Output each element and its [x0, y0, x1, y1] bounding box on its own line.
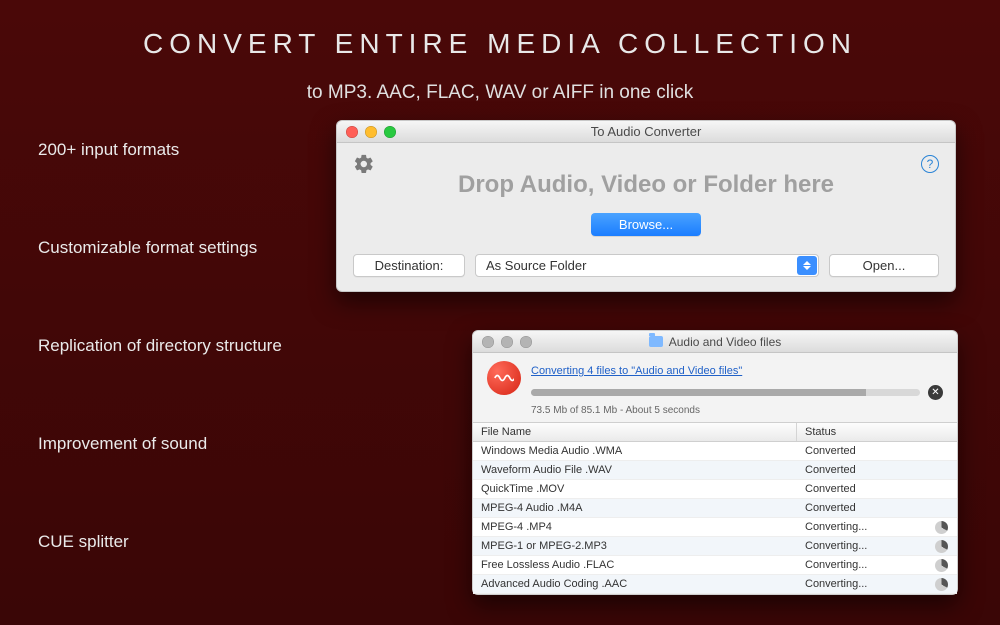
progress-subtext: 73.5 Mb of 85.1 Mb - About 5 seconds: [531, 405, 943, 416]
app-icon: [487, 361, 521, 395]
feature-item: Improvement of sound: [38, 434, 282, 454]
cell-status: Converted: [797, 480, 925, 498]
cell-filename: Advanced Audio Coding .AAC: [473, 575, 797, 593]
cancel-icon[interactable]: ✕: [928, 385, 943, 400]
table-row[interactable]: Waveform Audio File .WAVConverted: [473, 461, 957, 480]
spinner-icon: [935, 559, 948, 572]
destination-select[interactable]: As Source Folder: [475, 254, 819, 277]
cell-filename: Waveform Audio File .WAV: [473, 461, 797, 479]
cell-spinner: [925, 578, 957, 591]
window-title: Audio and Video files: [669, 335, 782, 349]
cell-filename: MPEG-4 Audio .M4A: [473, 499, 797, 517]
drop-zone-label[interactable]: Drop Audio, Video or Folder here: [353, 171, 939, 199]
hero-subtitle: to MP3. AAC, FLAC, WAV or AIFF in one cl…: [0, 82, 1000, 104]
open-button[interactable]: Open...: [829, 254, 939, 277]
main-app-window: To Audio Converter ? Drop Audio, Video o…: [336, 120, 956, 292]
spinner-icon: [935, 578, 948, 591]
progress-title-link[interactable]: Converting 4 files to "Audio and Video f…: [531, 365, 742, 377]
destination-button[interactable]: Destination:: [353, 254, 465, 277]
hero-title: CONVERT ENTIRE MEDIA COLLECTION: [0, 0, 1000, 60]
cell-status: Converting...: [797, 575, 925, 593]
cell-spinner: [925, 521, 957, 534]
cell-filename: MPEG-1 or MPEG-2.MP3: [473, 537, 797, 555]
cell-status: Converted: [797, 442, 925, 460]
folder-icon: [649, 336, 663, 347]
cell-status: Converting...: [797, 518, 925, 536]
cell-filename: Free Lossless Audio .FLAC: [473, 556, 797, 574]
table-header: File Name Status: [473, 422, 957, 442]
spinner-icon: [935, 540, 948, 553]
cell-filename: QuickTime .MOV: [473, 480, 797, 498]
cell-spinner: [925, 559, 957, 572]
feature-list: 200+ input formats Customizable format s…: [38, 140, 282, 552]
column-header-status[interactable]: Status: [797, 423, 957, 441]
table-row[interactable]: Free Lossless Audio .FLACConverting...: [473, 556, 957, 575]
table-row[interactable]: MPEG-4 Audio .M4AConverted: [473, 499, 957, 518]
progress-window: Audio and Video files Converting 4 files…: [472, 330, 958, 595]
cell-filename: MPEG-4 .MP4: [473, 518, 797, 536]
cell-status: Converting...: [797, 556, 925, 574]
feature-item: 200+ input formats: [38, 140, 282, 160]
feature-item: CUE splitter: [38, 532, 282, 552]
table-row[interactable]: Windows Media Audio .WMAConverted: [473, 442, 957, 461]
table-row[interactable]: QuickTime .MOVConverted: [473, 480, 957, 499]
browse-button[interactable]: Browse...: [591, 213, 701, 236]
cell-status: Converting...: [797, 537, 925, 555]
table-row[interactable]: MPEG-1 or MPEG-2.MP3Converting...: [473, 537, 957, 556]
titlebar: To Audio Converter: [337, 121, 955, 143]
window-title: To Audio Converter: [337, 124, 955, 139]
gear-icon[interactable]: [353, 153, 375, 175]
cell-status: Converted: [797, 461, 925, 479]
titlebar: Audio and Video files: [473, 331, 957, 353]
chevron-updown-icon[interactable]: [797, 256, 817, 275]
cell-filename: Windows Media Audio .WMA: [473, 442, 797, 460]
feature-item: Customizable format settings: [38, 238, 282, 258]
help-icon[interactable]: ?: [921, 155, 939, 173]
table-row[interactable]: MPEG-4 .MP4Converting...: [473, 518, 957, 537]
feature-item: Replication of directory structure: [38, 336, 282, 356]
progress-bar: [531, 389, 920, 396]
column-header-name[interactable]: File Name: [473, 423, 797, 441]
cell-spinner: [925, 540, 957, 553]
spinner-icon: [935, 521, 948, 534]
table-body: Windows Media Audio .WMAConvertedWavefor…: [473, 442, 957, 594]
table-row[interactable]: Advanced Audio Coding .AACConverting...: [473, 575, 957, 594]
cell-status: Converted: [797, 499, 925, 517]
